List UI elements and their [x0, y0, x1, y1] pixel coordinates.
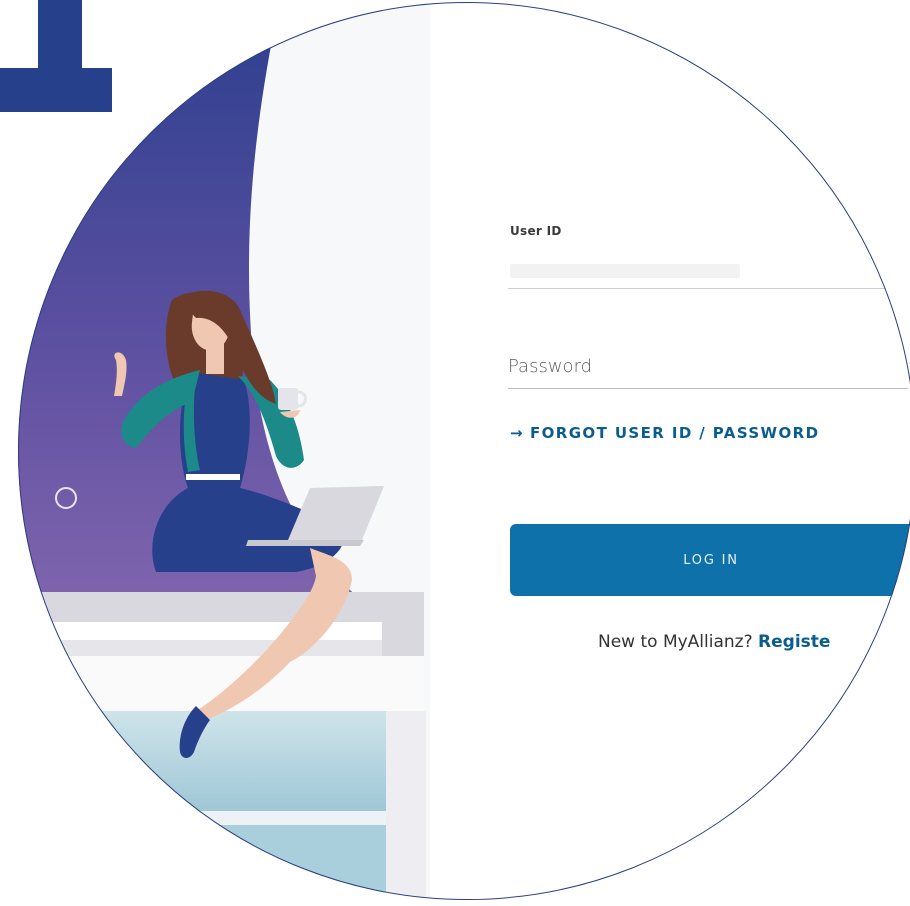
register-link[interactable]: Registe — [758, 632, 830, 652]
login-button[interactable]: LOG IN — [510, 524, 910, 596]
login-panel: User ID → FORGOT USER ID / PASSWORD LOG I… — [18, 2, 910, 900]
user-id-input[interactable] — [508, 250, 908, 289]
register-prompt: New to MyAllianz? — [598, 632, 753, 652]
zoom-circle: User ID → FORGOT USER ID / PASSWORD LOG I… — [18, 2, 910, 900]
arrow-right-icon: → — [510, 424, 524, 442]
forgot-credentials-label: FORGOT USER ID / PASSWORD — [529, 424, 820, 442]
user-id-label: User ID — [510, 224, 562, 238]
forgot-credentials-link[interactable]: → FORGOT USER ID / PASSWORD — [510, 424, 819, 442]
register-line: New to MyAllianz? Registe — [598, 632, 830, 652]
password-input[interactable] — [508, 344, 908, 389]
